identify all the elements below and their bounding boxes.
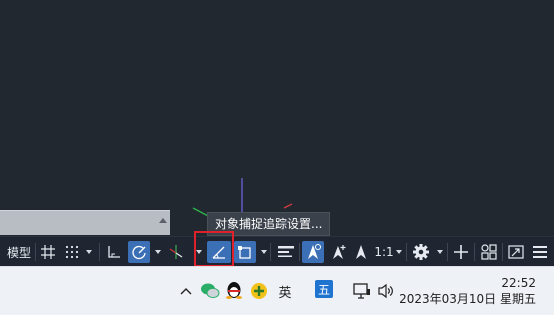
- clock-date: 2023年03月10日 星期五: [399, 292, 536, 306]
- annotation-scale-button[interactable]: [351, 241, 371, 263]
- qq-icon: [226, 282, 242, 299]
- autoscale-button[interactable]: [327, 241, 349, 263]
- divider: [270, 243, 271, 261]
- divider: [502, 243, 503, 261]
- divider: [406, 243, 407, 261]
- show-hidden-icons-button[interactable]: [178, 283, 194, 299]
- divider: [99, 243, 100, 261]
- tooltip: 对象捕捉追踪设置...: [207, 212, 331, 236]
- ucs-x-axis: [283, 203, 293, 209]
- chevron-up-icon: [180, 288, 192, 295]
- snap-dropdown-icon[interactable]: [86, 250, 92, 254]
- snap-icon: [65, 245, 79, 259]
- ucs-icon: [192, 178, 293, 236]
- workspace-gear-icon: [413, 244, 429, 260]
- network-icon: [353, 283, 370, 299]
- divider: [474, 243, 475, 261]
- isodraft-dropdown-icon[interactable]: [196, 250, 202, 254]
- annotation-visibility-button[interactable]: [302, 241, 324, 263]
- annotation-visibility-icon: [308, 244, 321, 259]
- command-line[interactable]: [0, 210, 170, 235]
- divider: [35, 243, 36, 261]
- polar-icon: [132, 245, 146, 260]
- customize-menu-icon: [533, 246, 547, 258]
- workspace-dropdown-icon[interactable]: [437, 250, 443, 254]
- app-tray[interactable]: [249, 281, 269, 301]
- annotation-scale-value[interactable]: 1:1: [374, 241, 394, 263]
- scroll-up-icon[interactable]: [159, 218, 167, 223]
- volume-icon: [378, 283, 393, 299]
- plus-icon: [454, 245, 468, 259]
- network-tray[interactable]: [352, 281, 372, 301]
- grid-icon: [41, 245, 55, 259]
- otrack-icon: [212, 246, 225, 259]
- divider: [447, 243, 448, 261]
- drawing-canvas[interactable]: [0, 0, 554, 236]
- annotation-scale-icon: [356, 245, 366, 259]
- customize-menu-button[interactable]: [530, 241, 550, 263]
- ortho-icon: [108, 246, 120, 258]
- wubi-ime-icon[interactable]: 五: [315, 280, 333, 298]
- polar-button[interactable]: [128, 241, 150, 263]
- osnap-button[interactable]: [234, 241, 256, 263]
- otrack-button[interactable]: [207, 241, 231, 263]
- polar-dropdown-icon[interactable]: [155, 250, 161, 254]
- osnap-icon: [238, 246, 251, 259]
- taskbar: 英 五 22:52 2023年03月10日 星期五: [0, 266, 554, 315]
- qq-tray[interactable]: [224, 279, 244, 301]
- ime-mode-icon[interactable]: 英: [275, 281, 295, 301]
- isodraft-button[interactable]: [166, 241, 186, 263]
- lineweight-icon: [278, 246, 294, 257]
- plus-button[interactable]: [451, 241, 471, 263]
- isodraft-icon: [169, 245, 183, 259]
- wechat-icon: [201, 283, 220, 299]
- ortho-button[interactable]: [104, 241, 124, 263]
- lineweight-button[interactable]: [275, 241, 297, 263]
- status-bar: 模型 1:1: [0, 236, 554, 267]
- fullscreen-button[interactable]: [506, 241, 526, 263]
- system-clock[interactable]: 22:52 2023年03月10日 星期五: [399, 275, 536, 307]
- volume-tray[interactable]: [376, 281, 396, 301]
- scale-dropdown-icon[interactable]: [396, 250, 402, 254]
- autoscale-icon: [333, 245, 346, 259]
- osnap-dropdown-icon[interactable]: [261, 250, 267, 254]
- workspace-button[interactable]: [410, 241, 432, 263]
- divider: [299, 243, 300, 261]
- clock-time: 22:52: [501, 276, 536, 290]
- grid-button[interactable]: [38, 241, 58, 263]
- isolate-objects-icon: [481, 244, 497, 260]
- isolate-objects-button[interactable]: [478, 241, 500, 263]
- app-plus-icon: [251, 283, 267, 299]
- snap-button[interactable]: [62, 241, 82, 263]
- wechat-tray[interactable]: [200, 281, 220, 301]
- model-tab[interactable]: 模型: [4, 241, 34, 263]
- fullscreen-icon: [508, 245, 524, 259]
